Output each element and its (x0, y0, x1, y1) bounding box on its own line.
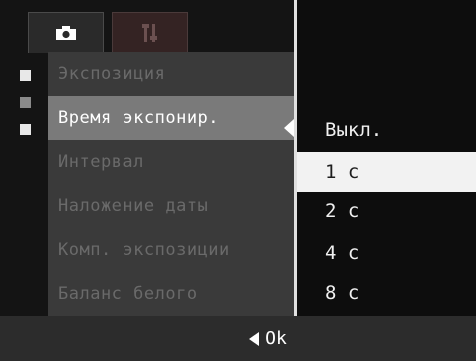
tab-shooting[interactable] (28, 12, 104, 53)
option-label: Выкл. (325, 119, 383, 141)
menu-item-label: Время экспонир. (58, 108, 220, 128)
option-8s[interactable]: 8 с (297, 273, 476, 313)
footer-bar: Ok (0, 316, 476, 361)
option-label: 4 с (325, 242, 360, 264)
camera-icon (56, 26, 76, 40)
option-label: 8 с (325, 282, 360, 304)
submenu-options: Выкл. 1 с 2 с 4 с 8 с (294, 0, 476, 316)
ok-label: Ok (265, 328, 287, 349)
page-indicator-1 (20, 70, 31, 81)
tab-setup[interactable] (112, 12, 188, 53)
option-4s[interactable]: 4 с (297, 233, 476, 273)
page-indicator-2 (20, 97, 31, 108)
menu-item-exposure-time[interactable]: Время экспонир. (48, 96, 296, 140)
menu-item-label: Баланс белого (58, 284, 198, 304)
menu-item-label: Наложение даты (58, 196, 209, 216)
option-1s[interactable]: 1 с (297, 152, 476, 192)
option-2s[interactable]: 2 с (297, 191, 476, 231)
left-triangle-icon (249, 331, 260, 346)
option-label: 2 с (325, 200, 360, 222)
camera-menu-screen: Экспозиция Время экспонир. Интервал Нало… (0, 0, 476, 361)
menu-item-white-balance[interactable]: Баланс белого (48, 272, 296, 316)
menu-item-date-imprint[interactable]: Наложение даты (48, 184, 296, 228)
left-arrow-icon (284, 119, 294, 137)
menu-item-exposure-compensation[interactable]: Комп. экспозиции (48, 228, 296, 272)
menu-item-label: Комп. экспозиции (58, 240, 230, 260)
menu-item-exposure[interactable]: Экспозиция (48, 52, 296, 96)
menu-item-label: Экспозиция (58, 64, 166, 84)
page-indicator-3 (20, 124, 31, 135)
option-label: 1 с (325, 161, 360, 183)
menu-list: Экспозиция Время экспонир. Интервал Нало… (48, 52, 296, 316)
menu-item-label: Интервал (58, 152, 144, 172)
option-off[interactable]: Выкл. (297, 110, 476, 150)
ok-button[interactable]: Ok (249, 328, 287, 349)
menu-item-interval[interactable]: Интервал (48, 140, 296, 184)
setup-tools-icon (142, 24, 157, 42)
